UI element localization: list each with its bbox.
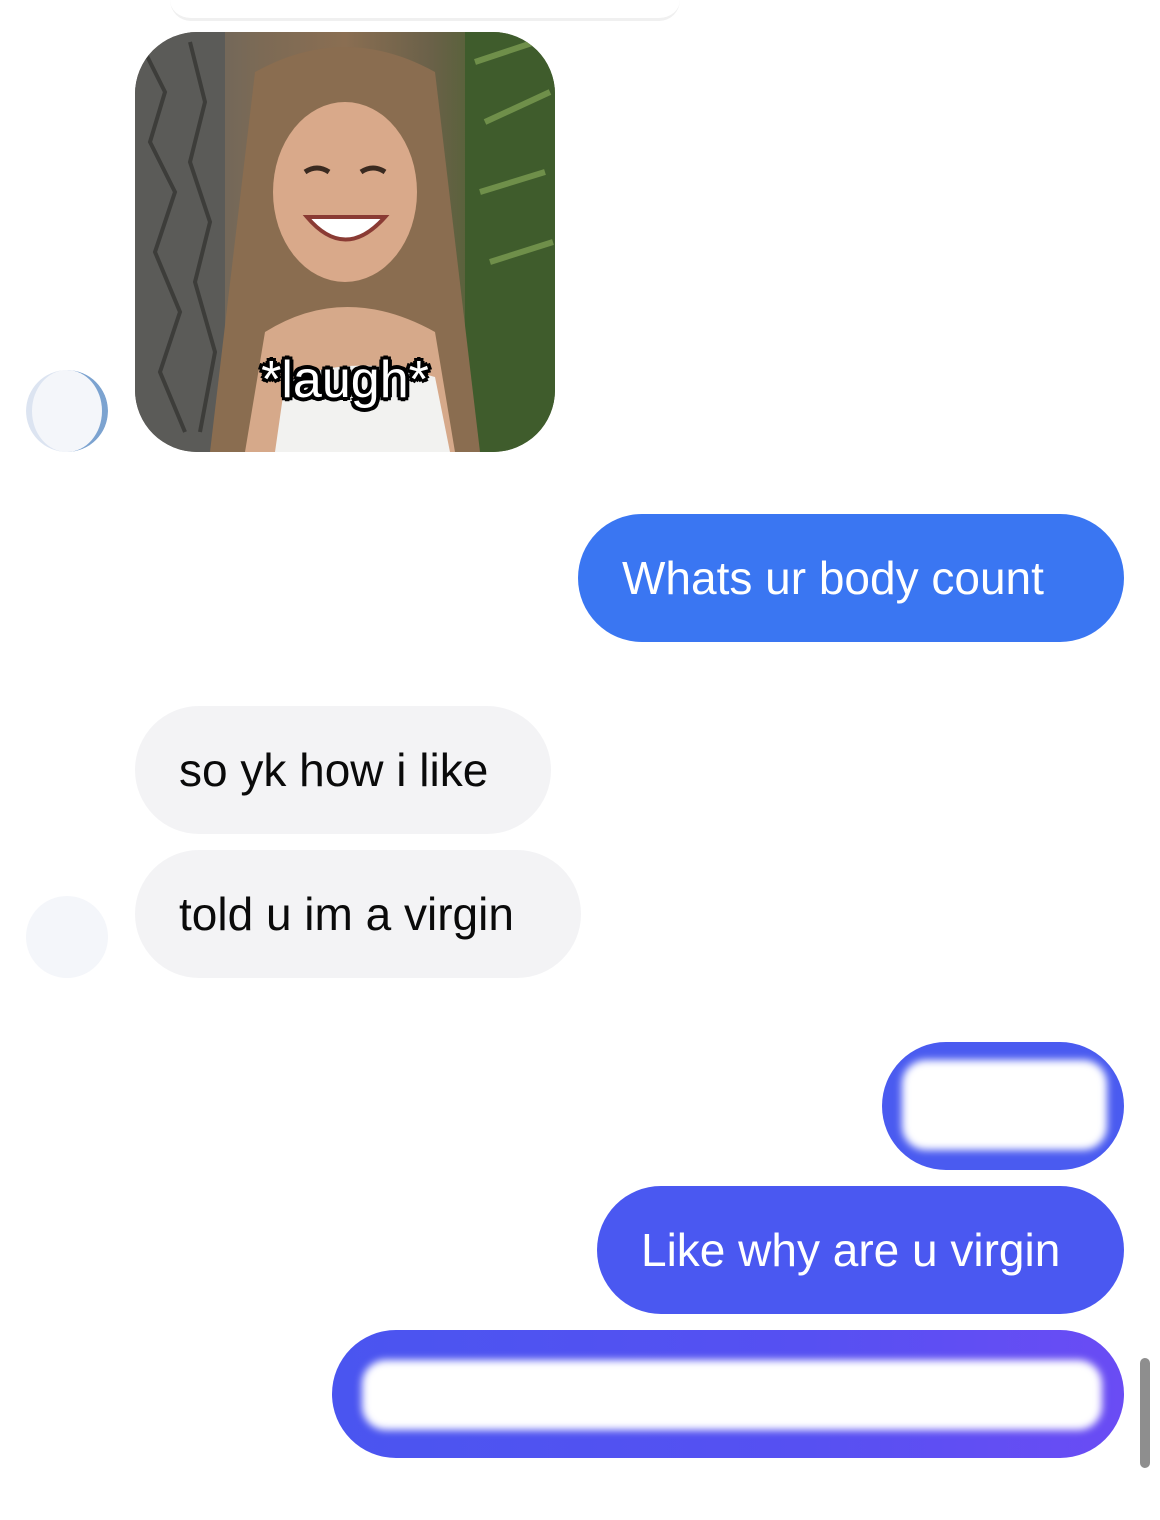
previous-message-edge bbox=[170, 0, 680, 21]
message-bubble-incoming[interactable]: so yk how i like bbox=[135, 706, 551, 834]
sender-avatar[interactable] bbox=[26, 370, 108, 452]
scrollbar[interactable] bbox=[1140, 1358, 1150, 1468]
message-text: told u im a virgin bbox=[179, 888, 514, 940]
message-bubble-outgoing[interactable]: Like why are u virgin bbox=[597, 1186, 1124, 1314]
message-bubble-outgoing[interactable]: Whats ur body count bbox=[578, 514, 1124, 642]
message-text: Whats ur body count bbox=[622, 552, 1044, 604]
avatar-ring bbox=[26, 370, 108, 452]
face bbox=[273, 102, 417, 282]
message-bubble-outgoing-redacted[interactable] bbox=[882, 1042, 1124, 1170]
sticker-caption: *laugh* bbox=[261, 351, 429, 409]
message-bubble-outgoing-redacted[interactable] bbox=[332, 1330, 1124, 1458]
redaction-scribble bbox=[902, 1060, 1107, 1150]
message-bubble-incoming[interactable]: told u im a virgin bbox=[135, 850, 581, 978]
redaction-scribble bbox=[362, 1360, 1102, 1430]
chat-thread[interactable]: *laugh* Whats ur body count so yk how i … bbox=[0, 0, 1160, 1520]
message-text: Like why are u virgin bbox=[641, 1224, 1061, 1276]
message-text: so yk how i like bbox=[179, 744, 489, 796]
sender-avatar[interactable] bbox=[26, 896, 108, 978]
laugh-sticker-image[interactable]: *laugh* bbox=[135, 32, 555, 452]
